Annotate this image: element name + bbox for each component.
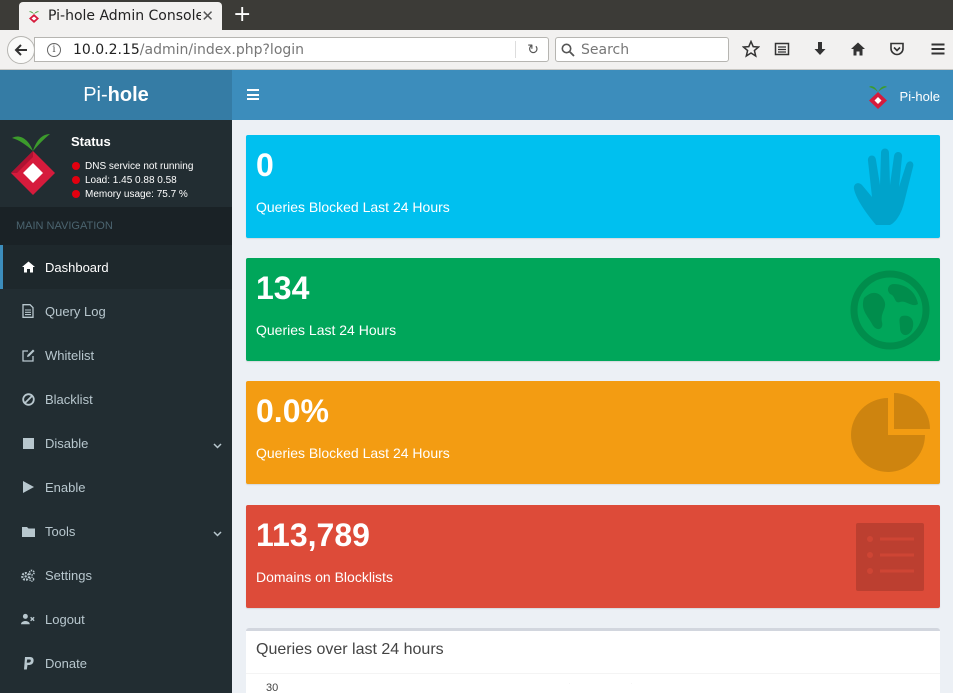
reading-list-icon[interactable] xyxy=(771,38,793,60)
status-dns: DNS service not running xyxy=(72,159,193,173)
home-icon xyxy=(21,260,35,274)
bookmark-star-icon[interactable] xyxy=(740,38,762,60)
sidebar: Status DNS service not running Load: 1.4… xyxy=(0,120,232,693)
browser-nav-bar: i 10.0.2.15/admin/index.php?login ↻ Sear… xyxy=(0,30,953,70)
chart-title: Queries over last 24 hours xyxy=(256,641,444,658)
status-list: DNS service not running Load: 1.45 0.88 … xyxy=(72,159,193,201)
logo-bold: hole xyxy=(107,83,149,106)
chart-y-tick: 30 xyxy=(266,682,279,693)
stat-box-domains: 113,789 Domains on Blocklists xyxy=(246,505,940,608)
file-text-icon xyxy=(21,304,35,318)
logo-prefix: Pi- xyxy=(83,83,108,106)
new-tab-icon[interactable]: + xyxy=(233,3,251,27)
paypal-icon xyxy=(21,656,35,670)
status-dot-icon xyxy=(72,190,80,198)
sidebar-item-settings[interactable]: Settings xyxy=(0,553,232,597)
globe-icon xyxy=(850,270,930,350)
sidebar-item-whitelist[interactable]: Whitelist xyxy=(0,333,232,377)
gears-icon xyxy=(21,568,35,582)
sidebar-toggle-icon[interactable] xyxy=(247,89,259,100)
folder-icon xyxy=(21,524,35,538)
chevron-down-icon xyxy=(213,531,222,537)
stat-box-blocked: 0 Queries Blocked Last 24 Hours xyxy=(246,135,940,238)
play-icon xyxy=(21,480,35,494)
sidebar-item-label: Enable xyxy=(45,479,86,495)
url-bar[interactable]: i 10.0.2.15/admin/index.php?login ↻ xyxy=(34,37,549,62)
sidebar-item-label: Settings xyxy=(45,567,92,583)
status-title: Status xyxy=(71,134,111,149)
browser-tab[interactable]: Pi-hole Admin Console ✕ xyxy=(19,2,222,30)
status-dot-icon xyxy=(72,162,80,170)
url-text: 10.0.2.15/admin/index.php?login xyxy=(73,41,305,58)
status-load: Load: 1.45 0.88 0.58 xyxy=(72,173,193,187)
browser-tab-bar: Pi-hole Admin Console ✕ + xyxy=(0,0,953,30)
chevron-down-icon xyxy=(213,443,222,449)
stat-box-queries: 134 Queries Last 24 Hours xyxy=(246,258,940,361)
search-bar[interactable]: Search xyxy=(555,37,729,62)
pihole-user-icon xyxy=(868,86,887,109)
back-button[interactable] xyxy=(7,36,35,64)
user-times-icon xyxy=(21,612,35,626)
pie-chart-icon xyxy=(851,393,930,472)
sidebar-item-label: Donate xyxy=(45,655,87,671)
user-name: Pi-hole xyxy=(899,88,940,104)
sidebar-item-enable[interactable]: Enable xyxy=(0,465,232,509)
sidebar-item-logout[interactable]: Logout xyxy=(0,597,232,641)
user-menu[interactable]: Pi-hole xyxy=(868,83,940,109)
status-memory: Memory usage: 75.7 % xyxy=(72,187,193,201)
sidebar-item-donate[interactable]: Donate xyxy=(0,641,232,685)
sidebar-item-blacklist[interactable]: Blacklist xyxy=(0,377,232,421)
tab-close-icon[interactable]: ✕ xyxy=(201,7,214,25)
menu-icon[interactable] xyxy=(927,38,949,60)
url-separator xyxy=(515,41,516,58)
list-icon xyxy=(856,523,924,591)
sidebar-item-disable[interactable]: Disable xyxy=(0,421,232,465)
hand-stop-icon xyxy=(853,148,914,225)
stat-value: 134 xyxy=(256,270,310,306)
reload-icon[interactable]: ↻ xyxy=(527,42,539,58)
queries-chart-box: Queries over last 24 hours 30 xyxy=(246,628,940,693)
chart-divider xyxy=(246,673,940,674)
sidebar-item-query-log[interactable]: Query Log xyxy=(0,289,232,333)
sidebar-item-label: Logout xyxy=(45,611,85,627)
top-navbar: Pi-hole xyxy=(232,70,953,120)
nav-header: MAIN NAVIGATION xyxy=(0,207,232,245)
sidebar-item-dashboard[interactable]: Dashboard xyxy=(0,245,232,289)
arrow-left-icon xyxy=(14,44,27,56)
search-placeholder: Search xyxy=(581,41,630,58)
chart-axis xyxy=(569,683,632,684)
ban-icon xyxy=(21,392,35,406)
stat-label: Queries Last 24 Hours xyxy=(256,322,397,338)
stat-label: Queries Blocked Last 24 Hours xyxy=(256,445,450,461)
download-icon[interactable] xyxy=(809,38,831,60)
tab-title: Pi-hole Admin Console xyxy=(48,8,202,24)
pihole-logo[interactable]: Pi-hole xyxy=(0,70,232,120)
status-panel: Status DNS service not running Load: 1.4… xyxy=(0,120,232,207)
pihole-logo-icon xyxy=(11,134,55,195)
sidebar-item-tools[interactable]: Tools xyxy=(0,509,232,553)
pocket-icon[interactable] xyxy=(886,38,908,60)
stat-value: 113,789 xyxy=(256,517,370,553)
sidebar-item-label: Tools xyxy=(45,523,76,539)
stat-value: 0.0% xyxy=(256,393,329,429)
sidebar-item-label: Blacklist xyxy=(45,391,93,407)
edit-icon xyxy=(21,348,35,362)
home-browser-icon[interactable] xyxy=(847,38,869,60)
sidebar-item-label: Disable xyxy=(45,435,89,451)
search-icon xyxy=(561,43,575,57)
stop-icon xyxy=(21,436,35,450)
info-icon[interactable]: i xyxy=(47,42,61,57)
pihole-favicon-icon xyxy=(29,11,39,23)
stat-value: 0 xyxy=(256,147,274,183)
sidebar-item-label: Whitelist xyxy=(45,347,95,363)
stat-label: Domains on Blocklists xyxy=(256,569,393,585)
sidebar-item-label: Dashboard xyxy=(45,259,109,275)
status-dot-icon xyxy=(72,176,80,184)
stat-label: Queries Blocked Last 24 Hours xyxy=(256,199,450,215)
stat-box-percent: 0.0% Queries Blocked Last 24 Hours xyxy=(246,381,940,484)
sidebar-item-label: Query Log xyxy=(45,303,106,319)
